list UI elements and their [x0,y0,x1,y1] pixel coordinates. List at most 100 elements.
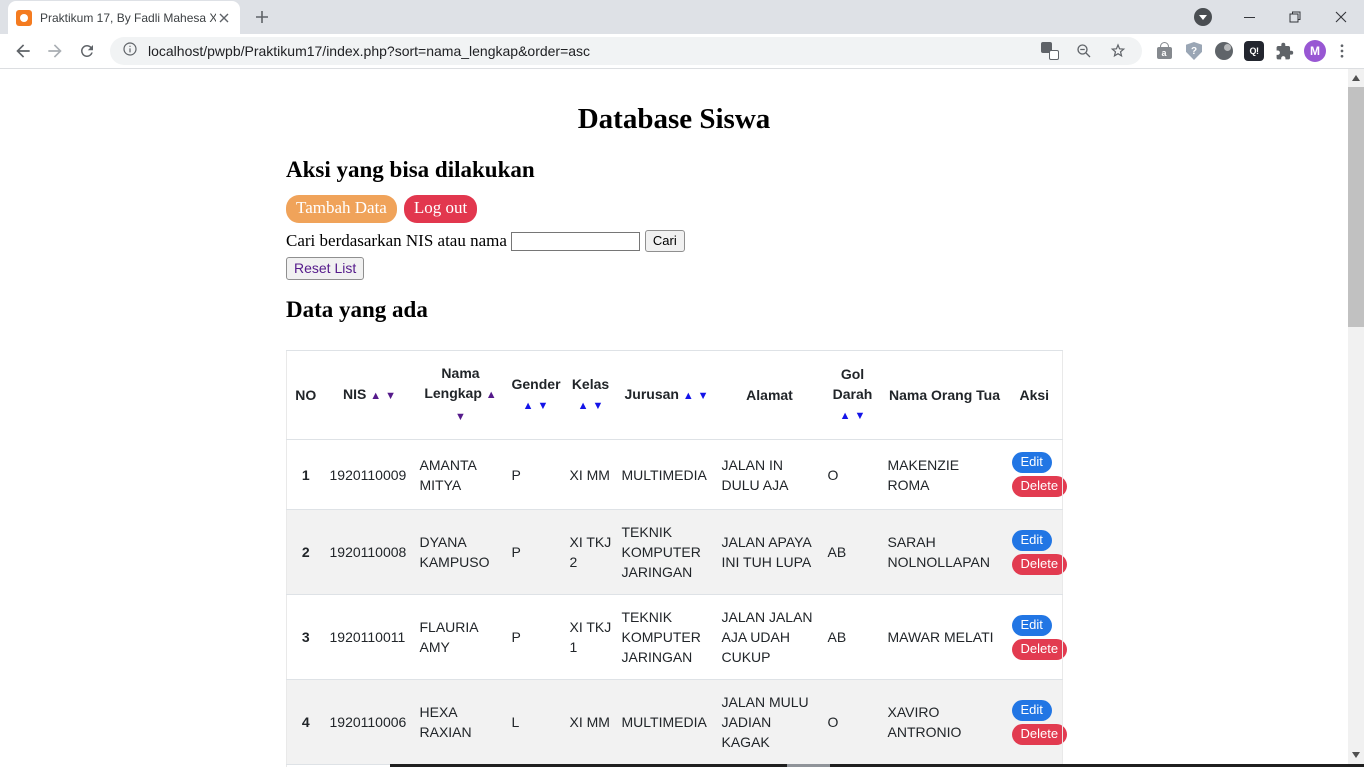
scrollbar-thumb[interactable] [1348,87,1364,327]
cell-aksi: Edit Delete [1006,594,1068,680]
delete-button[interactable]: Delete [1011,723,1068,745]
sort-asc-nama_lengkap-icon[interactable]: ▲ [486,389,497,401]
column-header-gender: Gender ▲ ▼ [506,350,565,440]
cell-gender: P [506,594,565,680]
browser-toolbar: localhost/pwpb/Praktikum17/index.php?sor… [0,34,1364,69]
cell-kelas: XI TKJ 1 [564,594,617,680]
cell-alamat: JALAN IN DULU AJA [716,439,823,510]
cell-alamat: JALAN APAYA INI TUH LUPA [716,509,823,595]
delete-button[interactable]: Delete [1011,476,1068,497]
tab-close-icon[interactable] [216,10,232,26]
cari-button[interactable]: Cari [644,230,685,252]
cell-nama_orang_tua: MAWAR MELATI [882,594,1007,680]
table-row: 2 1920110008 DYANA KAMPUSO P XI TKJ 2 TEKNIK … [286,509,1068,595]
cell-jurusan: MULTIMEDIA [616,439,717,510]
sort-desc-jurusan-icon[interactable]: ▼ [698,390,709,402]
profile-avatar[interactable]: M [1304,40,1326,62]
cell-alamat: JALAN JALAN AJA UDAH CUKUP [716,594,823,680]
cell-gol_darah: O [822,439,883,510]
minimize-button[interactable] [1226,0,1272,34]
sort-desc-nis-icon[interactable]: ▼ [385,390,396,402]
logout-button[interactable]: Log out [403,195,478,223]
translate-icon[interactable] [1038,39,1062,63]
edit-button[interactable]: Edit [1011,452,1052,473]
sort-asc-gol_darah-icon[interactable]: ▲ [840,410,851,422]
cell-kelas: XI MM [564,439,617,510]
zoom-indicator-icon[interactable] [1072,39,1096,63]
cell-nama_lengkap: AMANTA MITYA [414,439,507,510]
window-badge-icon[interactable] [1194,8,1212,26]
bookmark-star-icon[interactable] [1106,39,1130,63]
extensions-puzzle-icon[interactable] [1270,37,1298,65]
cell-aksi: Edit Delete [1006,509,1068,595]
actions-heading: Aksi yang bisa dilakukan [286,157,535,182]
edit-button[interactable]: Edit [1011,699,1052,721]
close-button[interactable] [1318,0,1364,34]
restore-button[interactable] [1272,0,1318,34]
cell-nis: 1920110009 [324,439,415,510]
search-input[interactable] [510,231,640,251]
tambah-data-button[interactable]: Tambah Data [286,195,397,223]
new-tab-button[interactable] [248,3,276,31]
edit-button[interactable]: Edit [1011,529,1052,551]
cell-gender: L [506,679,565,765]
sort-desc-kelas-icon[interactable]: ▼ [592,400,603,412]
sort-desc-gender-icon[interactable]: ▼ [537,400,548,412]
cell-nama_orang_tua: MAKENZIE ROMA [882,439,1007,510]
table-row: 1 1920110009 AMANTA MITYA P XI MM MULTIMEDIA J… [286,439,1068,510]
cell-no: 2 [286,509,325,595]
menu-dots-icon[interactable] [1328,37,1356,65]
tab-title: Praktikum 17, By Fadli Mahesa XI [40,10,216,25]
cell-nis: 1920110006 [324,679,415,765]
sort-asc-nis-icon[interactable]: ▲ [370,390,381,402]
cell-nama_lengkap: HEXA RAXIAN [414,679,507,765]
page-title: Database Siswa [577,103,771,135]
cell-alamat: JALAN MULU JADIAN KAGAK [716,679,823,765]
address-bar[interactable]: localhost/pwpb/Praktikum17/index.php?sor… [110,37,1142,65]
scrollbar-down-icon[interactable] [1352,752,1360,758]
column-header-alamat: Alamat [716,350,823,440]
scrollbar[interactable] [1348,69,1364,767]
cell-nama_lengkap: FLAURIA AMY [414,594,507,680]
extension-circle-icon[interactable] [1210,37,1238,65]
cell-no: 3 [286,594,325,680]
cell-jurusan: TEKNIK KOMPUTER JARINGAN [616,509,717,595]
column-header-nama_orang_tua: Nama Orang Tua [882,350,1007,440]
extension-shield-icon[interactable]: ? [1180,37,1208,65]
edit-button[interactable]: Edit [1011,614,1052,636]
cell-jurusan: TEKNIK KOMPUTER JARINGAN [616,594,717,680]
sort-asc-gender-icon[interactable]: ▲ [523,400,534,412]
cell-nama_lengkap: DYANA KAMPUSO [414,509,507,595]
tab-strip: Praktikum 17, By Fadli Mahesa XI [0,0,1364,34]
sort-asc-kelas-icon[interactable]: ▲ [578,400,589,412]
extension-bag-icon[interactable]: a [1150,37,1178,65]
scrollbar-up-icon[interactable] [1352,75,1360,81]
web-page: Database Siswa Aksi yang bisa dilakukan … [286,103,1068,767]
refresh-icon[interactable] [72,36,102,66]
forward-icon[interactable] [40,36,70,66]
sort-desc-nama_lengkap-icon[interactable]: ▼ [455,411,466,423]
url-text[interactable]: localhost/pwpb/Praktikum17/index.php?sor… [148,43,1028,59]
reset-list-button[interactable]: Reset List [286,257,365,280]
sort-asc-jurusan-icon[interactable]: ▲ [683,390,694,402]
cell-nama_orang_tua: SARAH NOLNOLLAPAN [882,509,1007,595]
extension-q-icon[interactable]: Q! [1240,37,1268,65]
column-header-no: NO [286,350,325,440]
table-body: 1 1920110009 AMANTA MITYA P XI MM MULTIMEDIA J… [286,439,1068,767]
delete-button[interactable]: Delete [1011,638,1068,660]
xampp-favicon-icon [16,9,32,26]
cell-no: 4 [286,679,325,765]
cell-gol_darah: AB [822,509,883,595]
cell-nis: 1920110008 [324,509,415,595]
column-header-nama_lengkap: Nama Lengkap ▲ ▼ [414,350,507,440]
site-info-icon[interactable] [122,41,138,62]
column-header-aksi: Aksi [1006,350,1063,440]
students-table: NO NIS ▲ ▼ Nama Lengkap ▲ ▼ Gender ▲ ▼ Kelas… [286,350,1068,767]
back-icon[interactable] [8,36,38,66]
cell-gender: P [506,439,565,510]
sort-desc-gol_darah-icon[interactable]: ▼ [854,410,865,422]
browser-tab[interactable]: Praktikum 17, By Fadli Mahesa XI [8,1,240,34]
table-header-row: NO NIS ▲ ▼ Nama Lengkap ▲ ▼ Gender ▲ ▼ Kelas… [286,350,1063,440]
search-label: Cari berdasarkan NIS atau nama [286,231,507,250]
delete-button[interactable]: Delete [1011,553,1068,575]
